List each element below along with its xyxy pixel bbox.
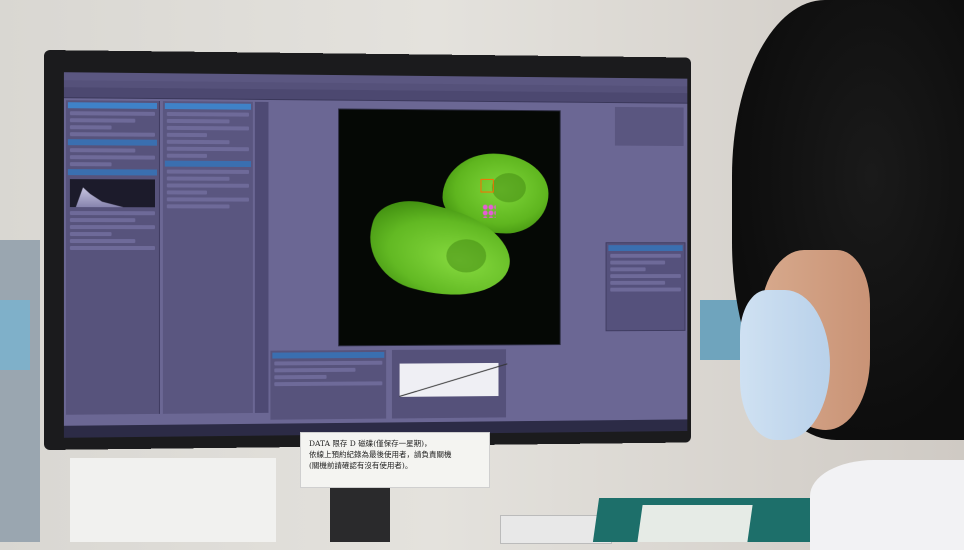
panel-header [608,245,682,251]
notice-line: 依線上預約紀錄為最後使用者，請負責關機 [309,449,481,460]
panel-row [167,190,208,194]
panel-row [167,133,208,137]
display-panel [270,350,386,420]
panel-row [167,183,249,187]
panel-row [70,232,112,236]
panel-row [167,147,249,151]
panel-row [167,154,208,158]
panel-row [610,281,665,285]
panel-row [70,132,155,137]
panel-row [167,170,249,174]
panel-row [70,111,155,116]
panel-header [165,161,251,167]
panel-row [70,246,155,250]
panel-header [68,169,157,175]
panel-row [70,155,155,159]
panel-row [167,140,230,144]
panel-row [274,368,355,373]
panel-row [610,267,645,271]
monitor [44,50,691,450]
panel-row [167,204,230,208]
nucleus [492,173,526,202]
panel-row [610,274,681,278]
panel-row [70,211,155,215]
panel-row [70,148,135,152]
image-tools-column [255,102,269,413]
nucleus [446,239,486,272]
panel-row [70,225,155,229]
panel-row [610,288,681,292]
person-shirt [810,460,964,550]
panel-row [274,361,382,366]
dimensions-panel [606,242,686,331]
panel-header [68,139,157,146]
panel-row [70,162,112,166]
settings-panel [163,101,253,414]
notice-sign: DATA 限存 D 磁碟(僅保存一星期)， 依線上預約紀錄為最後使用者，請負責關… [300,432,490,488]
panel-row [70,125,112,129]
panel-row [70,239,135,243]
panel-row [70,118,135,122]
panel-row [167,197,249,201]
panel-header [165,103,251,110]
panel-row [167,112,249,117]
instruction-sheet [70,458,276,542]
roi-box [481,179,494,193]
marker-dots [482,204,495,218]
panel-row [70,218,135,222]
notice-line: DATA 限存 D 磁碟(僅保存一星期)， [309,438,481,449]
lut-curve [400,363,499,397]
panel-row [167,177,230,181]
microscope-image [338,108,561,346]
panel-row [274,381,382,386]
navigator-panel [615,107,684,146]
panel-row [167,126,249,131]
wall-left [0,240,40,542]
face-mask [740,290,830,440]
microscope-software-screen [64,72,687,438]
lut-panel [392,349,506,418]
wall-blue-panel [0,300,30,370]
acquisition-panel [66,100,160,415]
panel-row [274,375,326,379]
panel-row [167,119,230,123]
binder-label [637,505,752,542]
panel-header [68,102,157,109]
notice-line: (關機前請確認有沒有使用者)。 [309,460,481,471]
panel-row [610,261,665,265]
panel-header [272,352,384,359]
panel-row [610,254,681,258]
histogram [70,179,155,207]
